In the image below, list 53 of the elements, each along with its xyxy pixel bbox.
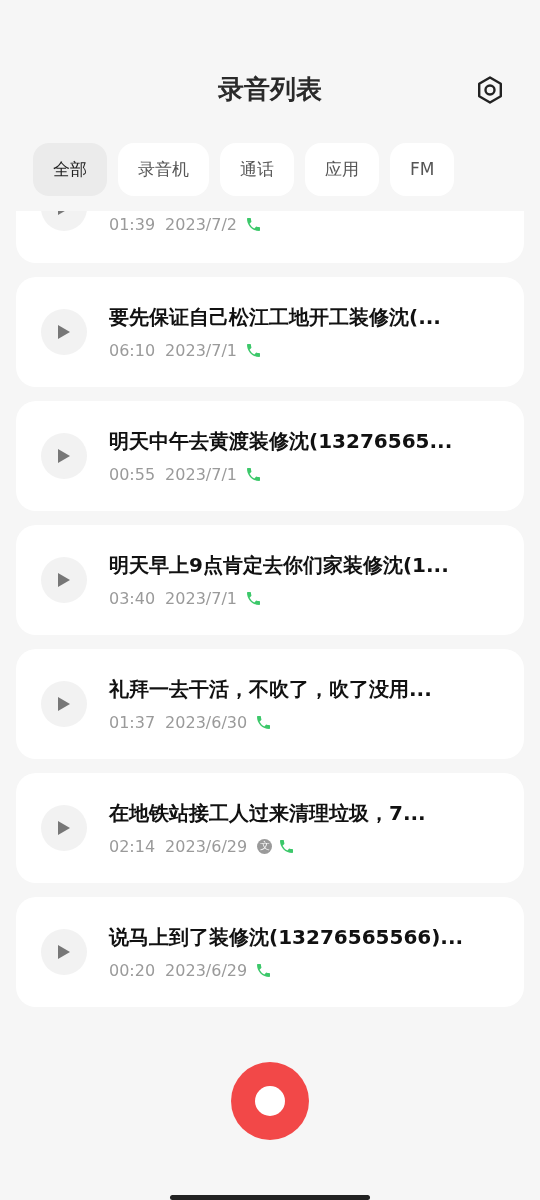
date: 2023/6/30 [165,712,248,732]
play-button[interactable] [41,804,87,851]
phone-icon [246,218,260,232]
play-button[interactable] [41,308,87,355]
transcript-badge: 文 [257,838,273,854]
filter-tab[interactable]: FM [390,142,455,196]
recording-card[interactable]: 明天中午去黄渡装修沈(13276565... 00:55 2023/7/1 [16,400,524,511]
play-button[interactable] [41,680,87,727]
date: 2023/6/29 [165,836,248,856]
recording-title: 明天中午去黄渡装修沈(13276565... [109,427,453,455]
play-icon [57,447,71,464]
date: 2023/6/29 [165,960,248,980]
filter-tab[interactable]: 录音机 [118,142,209,196]
play-icon [57,943,71,960]
phone-icon [246,467,260,481]
phone-icon [257,715,271,729]
recording-card[interactable]: 明天早上9点肯定去你们家装修沈(1... 03:40 2023/7/1 [16,524,524,635]
date: 2023/7/1 [165,588,237,608]
play-icon [57,819,71,836]
phone-icon [257,963,271,977]
phone-icon [280,839,294,853]
play-icon [57,695,71,712]
duration: 03:40 [109,588,156,608]
recording-title: 说马上到了装修沈(13276565566)... [109,923,464,951]
recording-card[interactable]: 在地铁站接工人过来清理垃圾，7... 02:14 2023/6/29 文 [16,772,524,883]
date: 2023/7/2 [165,215,237,235]
play-button[interactable] [41,556,87,603]
recording-title: 礼拜一去干活，不吹了，吹了没用... [109,675,432,703]
duration: 06:10 [109,340,156,360]
filter-tab[interactable]: 应用 [305,142,379,196]
recording-card[interactable]: 要先保证自己松江工地开工装修沈(... 06:10 2023/7/1 [16,276,524,387]
play-button[interactable] [41,432,87,479]
duration: 01:37 [109,712,156,732]
recording-title: 要先保证自己松江工地开工装修沈(... [109,303,441,331]
date: 2023/7/1 [165,464,237,484]
play-button[interactable] [41,928,87,975]
record-dot-icon [255,1086,285,1116]
duration: 02:14 [109,836,156,856]
recording-card[interactable]: 说马上到了装修沈(13276565566)... 00:20 2023/6/29 [16,896,524,1007]
duration: 00:20 [109,960,156,980]
recording-title: 在地铁站接工人过来清理垃圾，7... [109,799,426,827]
recording-card[interactable]: 礼拜一去干活，不吹了，吹了没用... 01:37 2023/6/30 [16,648,524,759]
duration: 01:39 [109,215,156,235]
phone-icon [246,343,260,357]
filter-tab[interactable]: 全部 [33,142,107,196]
page-title: 录音列表 [218,73,322,107]
recording-title: 明天早上9点肯定去你们家装修沈(1... [109,551,449,579]
phone-icon [246,591,260,605]
date: 2023/7/1 [165,340,237,360]
play-icon [57,571,71,588]
duration: 00:55 [109,464,156,484]
play-icon [57,323,71,340]
filter-tab[interactable]: 通话 [220,142,294,196]
